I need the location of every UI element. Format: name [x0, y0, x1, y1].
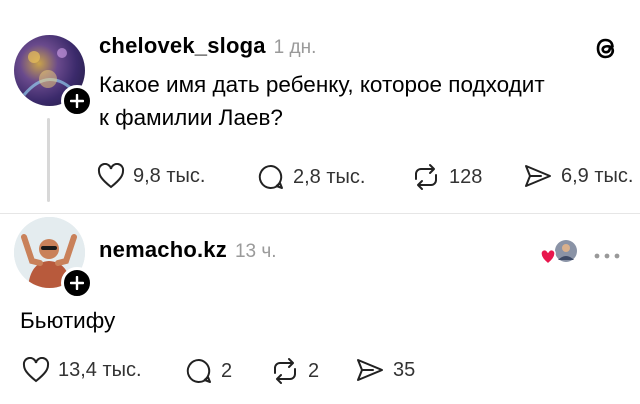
plus-icon [70, 276, 84, 290]
follow-button[interactable] [61, 267, 93, 299]
reply-count: 2 [221, 359, 233, 382]
reply-button[interactable]: 2,8 тыс. [257, 163, 365, 191]
reply-count: 2,8 тыс. [293, 165, 366, 188]
heart-icon [97, 163, 125, 189]
thread-line [47, 118, 50, 202]
share-icon [357, 359, 383, 381]
repost-count: 2 [308, 359, 320, 382]
post-header: nemacho.kz 13 ч. [99, 237, 277, 263]
post-text-line: к фамилии Лаев? [99, 105, 283, 130]
share-button[interactable]: 6,9 тыс. [523, 163, 633, 189]
heart-icon [22, 357, 50, 383]
repost-icon [274, 358, 296, 384]
username[interactable]: chelovek_sloga [99, 33, 266, 59]
post-text: Какое имя дать ребенку, которое подходит… [99, 68, 545, 134]
like-count: 13,4 тыс. [58, 358, 142, 381]
threads-logo-icon[interactable] [590, 32, 622, 64]
share-count: 6,9 тыс. [561, 164, 634, 187]
plus-icon [70, 94, 84, 108]
divider [0, 213, 640, 214]
repost-count: 128 [449, 165, 483, 188]
share-button[interactable]: 35 [355, 357, 415, 383]
like-count: 9,8 тыс. [133, 164, 206, 187]
timestamp: 13 ч. [234, 241, 277, 262]
post-text: Бьютифу [20, 308, 116, 333]
action-bar: 13,4 тыс. 2 2 35 [22, 357, 622, 387]
liked-by-author-icon [540, 237, 580, 267]
follow-button[interactable] [61, 85, 93, 117]
comment-icon [258, 164, 283, 189]
post-header: chelovek_sloga 1 дн. [99, 33, 316, 59]
share-icon [525, 165, 551, 187]
post-text-line: Какое имя дать ребенку, которое подходит [99, 72, 545, 97]
reply-button[interactable]: 2 [185, 357, 232, 385]
username[interactable]: nemacho.kz [99, 237, 227, 263]
action-bar: 9,8 тыс. 2,8 тыс. 128 6,9 тыс. [97, 163, 640, 193]
comment-icon [186, 358, 211, 383]
repost-button[interactable]: 128 [411, 163, 482, 191]
like-button[interactable]: 9,8 тыс. [97, 163, 205, 189]
share-count: 35 [393, 358, 416, 381]
like-button[interactable]: 13,4 тыс. [22, 357, 142, 383]
timestamp: 1 дн. [273, 37, 317, 58]
repost-icon [415, 164, 437, 190]
more-icon[interactable] [592, 248, 622, 259]
repost-button[interactable]: 2 [270, 357, 319, 385]
